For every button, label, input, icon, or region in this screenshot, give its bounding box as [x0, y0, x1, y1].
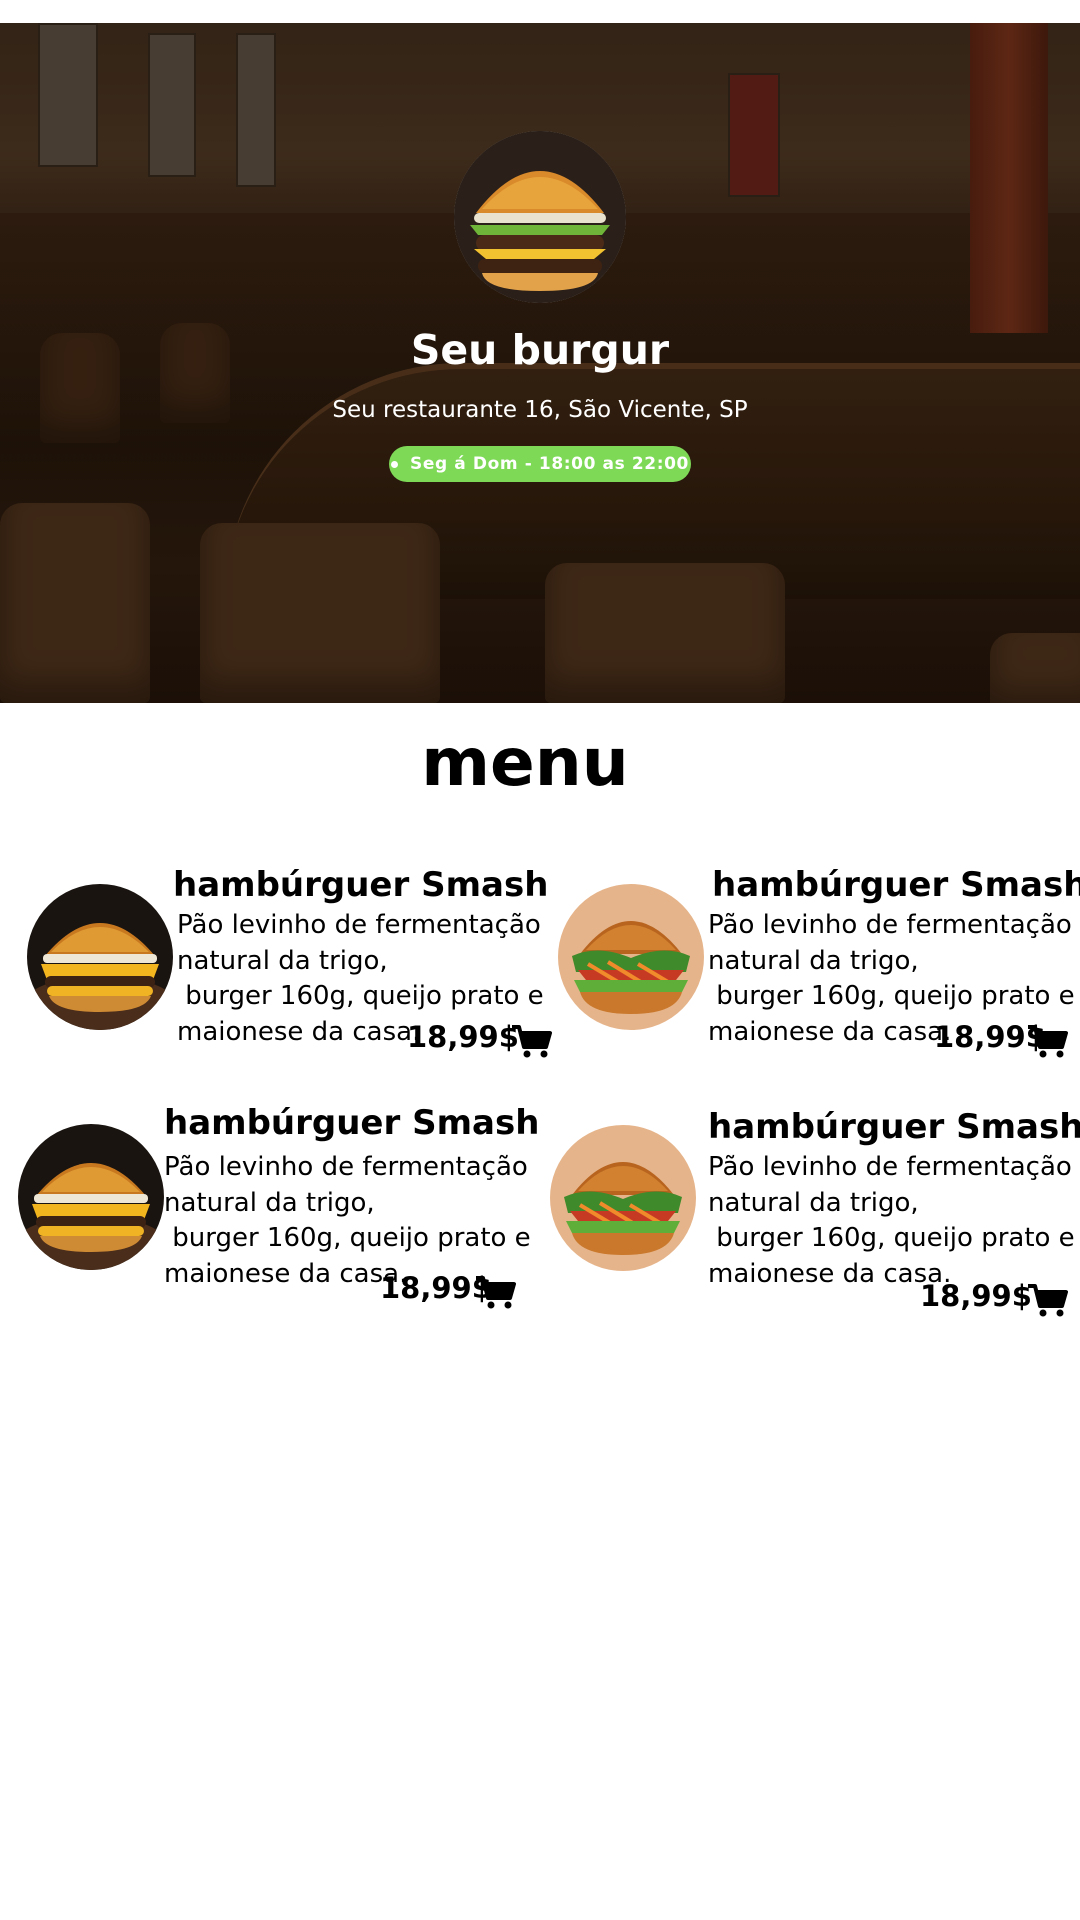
opening-hours-text: Seg á Dom - 18:00 as 22:00: [410, 454, 689, 474]
cheeseburger-photo: [27, 884, 173, 1030]
menu-item-name: hambúrguer Smash: [164, 1103, 540, 1143]
menu-item[interactable]: hambúrguer Smash Pão levinho de fermenta…: [27, 865, 552, 1058]
menu-item[interactable]: hambúrguer Smash Pão levinho de fermenta…: [558, 865, 1080, 1058]
veggie-burger-photo: [550, 1125, 696, 1271]
cart-icon[interactable]: [1026, 1023, 1068, 1059]
status-dot-icon: [391, 460, 399, 468]
cart-icon[interactable]: [1026, 1282, 1068, 1318]
menu-title: menu: [421, 724, 629, 801]
menu-item-price: 18,99$: [407, 1020, 519, 1054]
cart-icon[interactable]: [510, 1023, 552, 1059]
restaurant-address: Seu restaurante 16, São Vicente, SP: [332, 397, 748, 423]
cart-icon[interactable]: [474, 1274, 516, 1310]
menu-item-description: Pão levinho de fermentação natural da tr…: [708, 1152, 1075, 1289]
burger-logo-icon: [454, 131, 626, 303]
hero-banner: Seu burgur Seu restaurante 16, São Vicen…: [0, 23, 1080, 703]
menu-item-name: hambúrguer Smash: [173, 865, 549, 905]
cheeseburger-photo: [18, 1124, 164, 1270]
veggie-burger-photo: [558, 884, 704, 1030]
menu-item[interactable]: hambúrguer Smash Pão levinho de fermenta…: [18, 1103, 540, 1309]
restaurant-name: Seu burgur: [410, 326, 670, 374]
menu-item-name: hambúrguer Smash: [708, 1107, 1080, 1147]
menu-item[interactable]: hambúrguer Smash Pão levinho de fermenta…: [550, 1107, 1080, 1317]
menu-item-name: hambúrguer Smash: [712, 865, 1080, 905]
menu-item-price: 18,99$: [920, 1279, 1032, 1313]
opening-hours-badge: Seg á Dom - 18:00 as 22:00: [389, 446, 691, 482]
